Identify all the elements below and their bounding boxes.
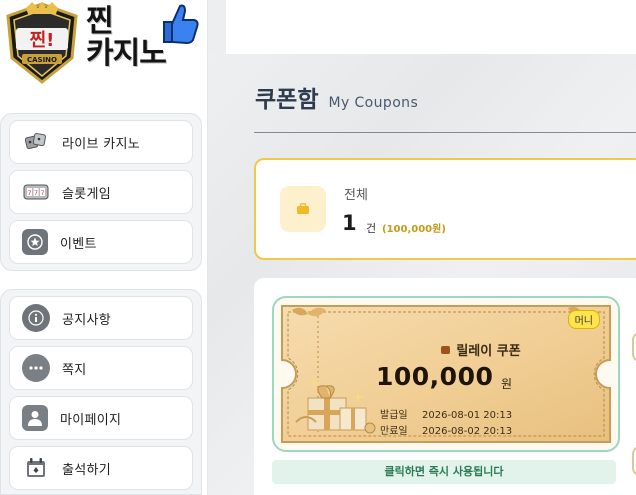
coupon-summary-card: 전체 1 건 (100,000원)	[254, 158, 636, 260]
main-content: 쿠폰함 My Coupons 전체 1 건 (100,000원) 머니 릴레이 …	[208, 54, 636, 495]
info-icon	[22, 304, 50, 332]
svg-text:7: 7	[34, 190, 38, 197]
next-coupon-edge	[632, 446, 636, 476]
issued-date-row: 발급일 2026-08-01 20:13	[380, 406, 512, 421]
sidebar-item-attendance[interactable]: 출석하기	[9, 446, 193, 490]
summary-label: 전체	[344, 188, 368, 203]
dice-icon	[22, 128, 50, 156]
sidebar-item-live-casino[interactable]: 라이브 카지노	[9, 120, 193, 164]
coupon-type-badge: 머니	[567, 310, 600, 329]
sidebar-item-label: 라이브 카지노	[62, 136, 140, 152]
sidebar-item-messages[interactable]: 쪽지	[9, 346, 193, 390]
issued-date: 2026-08-01 20:13	[422, 410, 513, 421]
expires-label: 만료일	[380, 426, 408, 437]
expires-date: 2026-08-02 20:13	[422, 426, 513, 437]
sidebar-item-label: 쪽지	[62, 362, 87, 378]
coupon-amount: 100,000	[376, 362, 494, 391]
sidebar-group-account: 공지사항 쪽지 마이페이지 출석하기	[0, 289, 202, 495]
svg-text:찐!: 찐!	[30, 30, 55, 51]
coupon-currency: 원	[501, 377, 513, 391]
summary-unit: 건	[366, 222, 377, 235]
user-icon	[22, 405, 48, 431]
brand-line1: 찐	[86, 4, 114, 39]
sidebar-item-mypage[interactable]: 마이페이지	[9, 396, 193, 440]
message-icon	[22, 354, 50, 382]
svg-text:7: 7	[28, 190, 32, 197]
issued-label: 발급일	[380, 410, 408, 421]
svg-text:CASINO: CASINO	[27, 56, 57, 64]
brand-wordmark: 찐 카지노	[86, 4, 167, 71]
sidebar-item-event[interactable]: 이벤트	[9, 220, 193, 264]
calendar-icon	[22, 454, 50, 482]
use-coupon-button[interactable]: 클릭하면 즉시 사용됩니다	[272, 460, 616, 484]
briefcase-icon	[280, 186, 326, 232]
title-divider	[254, 132, 636, 133]
page-heading: 쿠폰함 My Coupons	[255, 80, 418, 114]
sidebar-item-label: 출석하기	[62, 462, 112, 478]
next-coupon-edge	[632, 332, 636, 362]
summary-amount: (100,000원)	[382, 224, 446, 235]
sidebar-item-notice[interactable]: 공지사항	[9, 296, 193, 340]
sidebar-item-label: 공지사항	[62, 312, 112, 328]
coupon-card[interactable]: 머니 릴레이 쿠폰 100,000 원 발급일 2026-08-01 20:13 …	[272, 296, 620, 452]
coupon-name: 릴레이 쿠폰	[456, 344, 521, 359]
sidebar-item-label: 마이페이지	[60, 412, 122, 428]
coupon-list: 머니 릴레이 쿠폰 100,000 원 발급일 2026-08-01 20:13 …	[254, 278, 636, 495]
top-bar	[226, 0, 636, 54]
casino-badge-logo: 찐! CASINO	[6, 2, 78, 84]
sidebar: 찐! CASINO 찐 카지노 라이브 카지노 777 슬롯게임 이벤트 공지사…	[0, 0, 208, 495]
brand-line2: 카지노	[86, 36, 167, 71]
summary-count: 1	[342, 211, 357, 235]
coupon-title: 릴레이 쿠폰	[274, 340, 618, 359]
sidebar-group-games: 라이브 카지노 777 슬롯게임 이벤트	[0, 113, 202, 271]
sidebar-item-slots[interactable]: 777 슬롯게임	[9, 170, 193, 214]
expiry-date-row: 만료일 2026-08-02 20:13	[380, 422, 512, 437]
sidebar-item-label: 이벤트	[60, 236, 97, 252]
sidebar-item-label: 슬롯게임	[62, 186, 112, 202]
site-logo[interactable]: 찐! CASINO 찐 카지노	[0, 0, 208, 92]
bag-icon	[441, 345, 451, 354]
star-icon	[22, 229, 48, 255]
svg-text:7: 7	[41, 190, 45, 197]
thumbs-up-icon	[163, 4, 199, 45]
page-title: 쿠폰함	[255, 87, 319, 113]
slot-machine-icon: 777	[22, 178, 50, 206]
page-subtitle: My Coupons	[328, 95, 419, 111]
